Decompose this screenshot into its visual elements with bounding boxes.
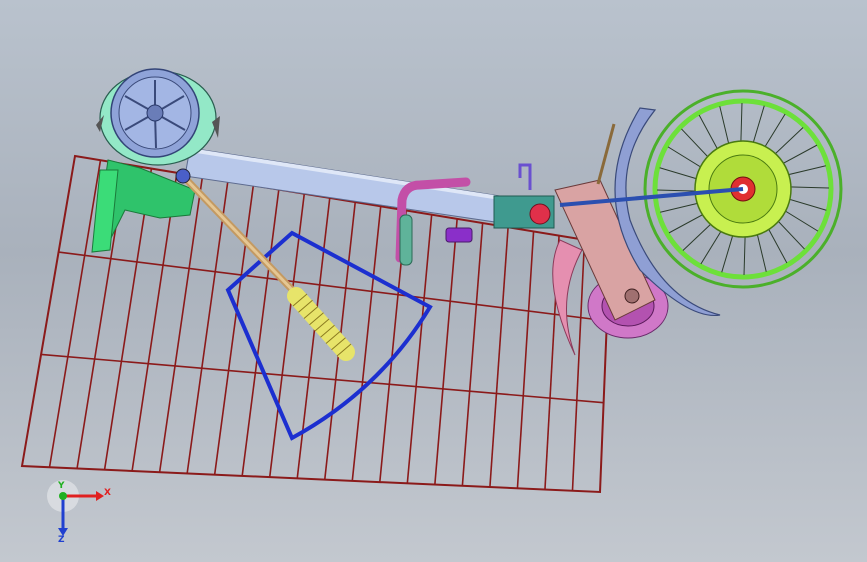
grid-line-vertical [131,172,178,472]
grid-line-vertical [351,206,382,481]
grid-line-vertical [186,181,229,474]
grid-line-vertical [461,222,484,486]
z-axis-label: Z [58,535,65,545]
y-axis-label: Y [58,481,65,491]
grid-line-vertical [571,239,586,491]
x-axis-label: X [104,488,111,498]
model-scene[interactable] [0,0,867,562]
grid-line-vertical [48,160,102,468]
grid-line-vertical [434,218,458,485]
y-axis-dot [59,492,67,500]
grid-line-vertical [516,231,535,489]
grid-line-horizontal [58,251,607,322]
grid-line-vertical [158,176,204,473]
cad-viewport[interactable]: X Y Z [0,0,867,562]
grid-line-horizontal [41,353,604,404]
grid-line-vertical [489,227,509,488]
axis-triad [47,480,104,536]
